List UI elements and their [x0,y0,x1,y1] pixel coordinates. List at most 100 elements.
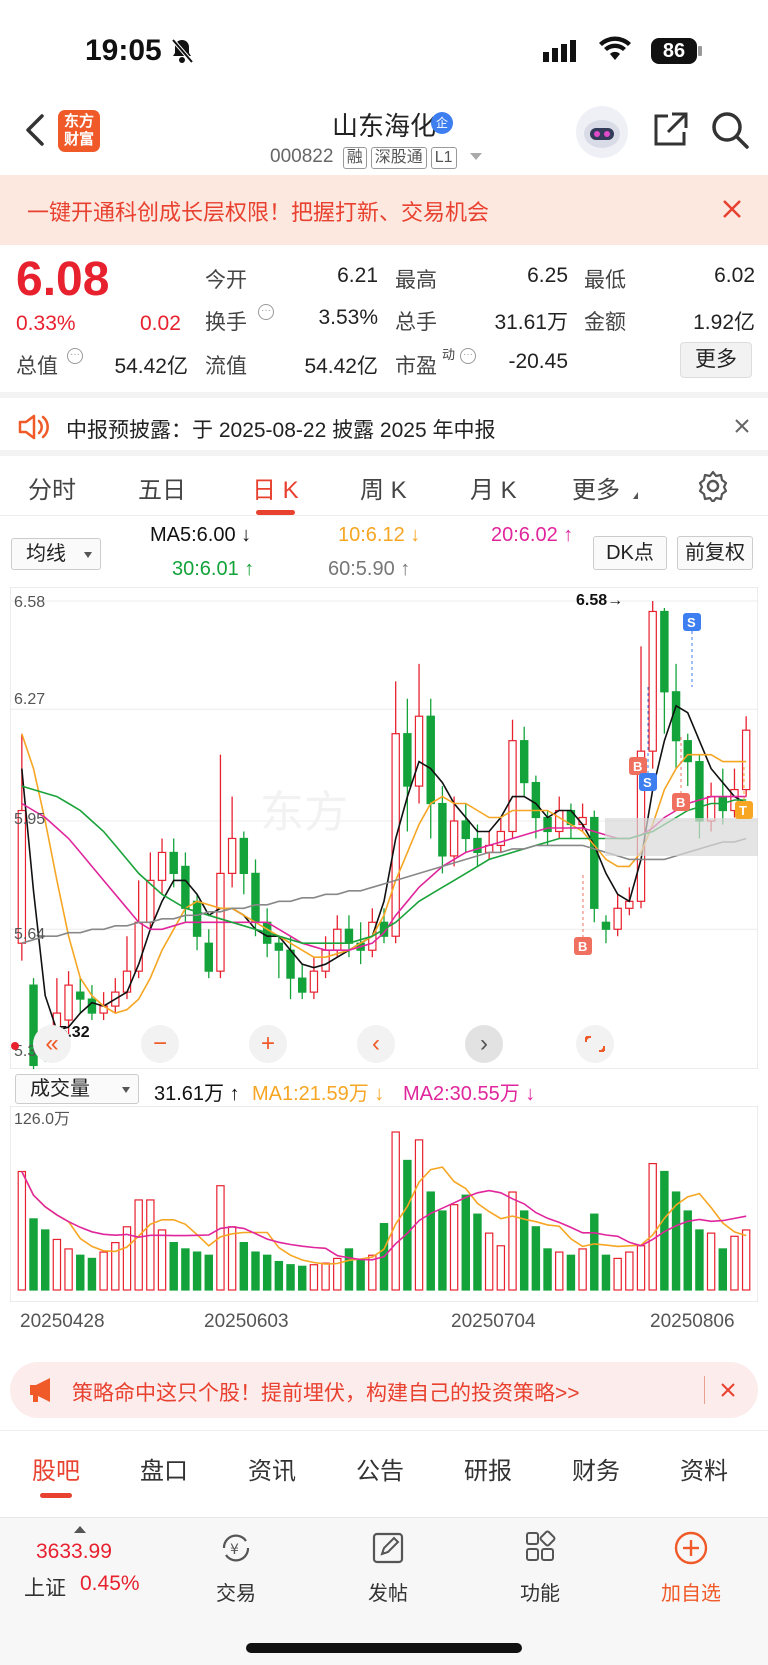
signal-b-2[interactable]: B [629,757,647,775]
tab-weekly-k[interactable]: 周 K [360,470,407,505]
adjust-button[interactable]: 前复权 [677,536,753,570]
tab-forum[interactable]: 股吧 [32,1451,80,1498]
settings-gear-icon[interactable] [697,470,729,507]
period-tabs: 分时 五日 日 K 周 K 月 K 更多 [0,456,768,516]
volume-chart[interactable]: 126.0万 [10,1106,758,1302]
volume-bar [461,1194,470,1291]
ma10-value: 10:6.12 ↓ [338,524,421,546]
svg-text:S: S [687,615,696,630]
dk-zone [605,818,758,856]
battery-level: 86 [651,38,697,64]
signal-icon [543,38,583,67]
candle-body [298,977,307,993]
volume-bar [414,1139,424,1291]
scroll-left-icon[interactable]: ‹ [357,1025,395,1063]
date-label-1: 20250428 [20,1311,105,1332]
tab-intraday[interactable]: 分时 [28,470,76,505]
strategy-ad-banner[interactable]: 策略命中这只个股！提前埋伏，构建自己的投资策略>> [10,1362,758,1418]
date-label-4: 20250806 [650,1311,735,1332]
close-icon[interactable] [720,1382,736,1403]
tab-post[interactable]: 发帖 [328,1530,448,1606]
tab-trade[interactable]: ¥ 交易 [176,1530,296,1606]
volume-selector[interactable]: 成交量 [15,1074,139,1104]
info-dots-icon[interactable]: ··· [67,348,83,364]
candle-body [309,970,319,993]
tab-daily-k[interactable]: 日 K [252,470,299,515]
volume-bar [251,1251,260,1291]
volume-bar [87,1257,97,1291]
tag-level: L1 [430,147,457,169]
fullscreen-icon[interactable] [576,1025,614,1063]
ma-selector[interactable]: 均线 [11,538,101,570]
tab-order-book[interactable]: 盘口 [140,1451,188,1486]
tab-monthly-k[interactable]: 月 K [470,470,517,505]
volume-bar [99,1251,108,1291]
tab-profile[interactable]: 资料 [680,1451,728,1486]
tab-financials[interactable]: 财务 [572,1451,620,1486]
tab-announcements[interactable]: 公告 [356,1451,404,1486]
tab-functions[interactable]: 功能 [480,1530,600,1606]
float-value-label: 流值 [205,355,247,378]
close-icon[interactable] [734,418,750,439]
notice-bar[interactable]: 中报预披露：于 2025-08-22 披露 2025 年中报 [0,392,768,456]
volume-bar [590,1213,599,1291]
tab-research[interactable]: 研报 [464,1451,512,1486]
info-dots-icon[interactable]: ··· [258,304,274,320]
promo-banner[interactable]: 一键开通科创成长层权限！把握打新、交易机会 [0,175,768,245]
scroll-right-icon[interactable]: › [465,1025,503,1063]
status-bar: 19:05 86 [0,0,768,100]
search-icon[interactable] [710,110,750,155]
candle-body [531,781,541,819]
price-tick-4: 5.64 [14,926,45,943]
volume-bar [555,1251,564,1291]
tab-add-watchlist[interactable]: 加自选 [631,1530,751,1606]
more-button[interactable]: 更多 [680,342,752,378]
volume-bar [508,1191,517,1291]
candle-body [706,795,716,822]
ma20-value: 20:6.02 ↑ [491,524,574,546]
zoom-out-icon[interactable]: − [141,1025,179,1063]
kline-chart[interactable]: 东方 6.58 6.27 5.95 5.64 5.32 6.58→ ← 5.32… [10,587,758,1069]
total-volume-value: 31.61万 [494,311,568,334]
chevron-down-icon [122,1087,130,1093]
tab-more[interactable]: 更多 [572,470,620,505]
volume-bar [438,1210,447,1291]
candle-body [671,691,681,742]
volume-bar [286,1264,295,1291]
high-label: 最高 [395,269,437,292]
tab-post-label: 发帖 [368,1583,408,1605]
scroll-left-far-icon[interactable]: « [33,1025,71,1063]
volume-bar [613,1257,622,1291]
volume-bar [204,1254,213,1291]
chevron-down-icon[interactable] [469,153,482,161]
bell-muted-icon [170,38,194,69]
high-marker: 6.58→ [576,592,623,609]
volume-bar [426,1191,435,1291]
chart-watermark: 东方 [260,787,348,838]
robot-avatar-icon[interactable] [576,106,628,158]
share-icon[interactable] [650,110,690,155]
volume-bar [181,1248,190,1291]
volume-bar [344,1248,354,1291]
low-label: 最低 [584,269,626,292]
tab-news[interactable]: 资讯 [248,1451,296,1486]
tab-five-day[interactable]: 五日 [138,470,186,505]
candle-body [648,610,657,752]
zoom-in-icon[interactable]: + [249,1025,287,1063]
candle-body [426,715,435,805]
info-dots-icon[interactable]: ··· [460,348,476,364]
date-label-3: 20250704 [451,1311,536,1332]
candle-body [625,900,634,909]
dk-point-button[interactable]: DK点 [593,536,667,570]
change-pct: 0.33% [16,312,76,335]
volume-bar [449,1204,459,1291]
volume-bar [706,1232,716,1291]
trade-icon: ¥ [222,1534,250,1562]
volume-bar [496,1245,506,1291]
volume-ma2: MA2:30.55万 ↓ [403,1083,536,1105]
close-icon[interactable] [722,199,742,224]
tab-add-watchlist-label: 加自选 [661,1583,721,1605]
candle-body [403,733,412,787]
volume-bar [625,1251,634,1291]
total-volume-label: 总手 [395,311,437,334]
